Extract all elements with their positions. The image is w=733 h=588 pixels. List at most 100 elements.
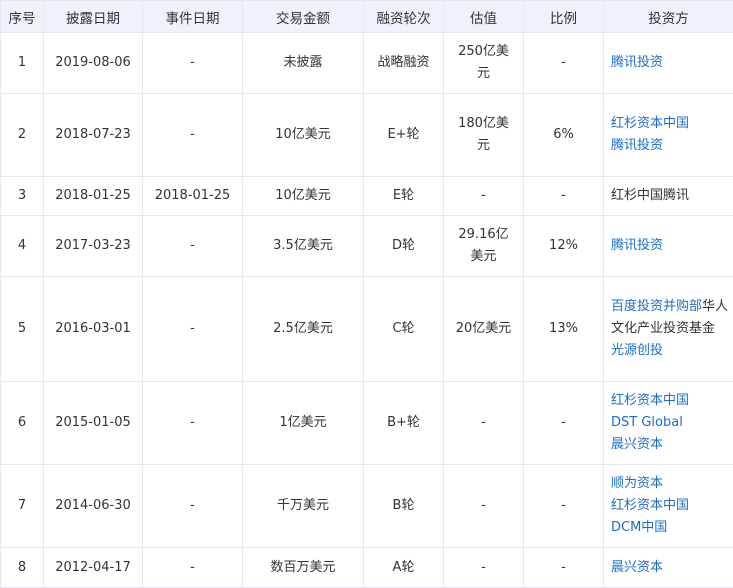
cell-round: A轮 bbox=[364, 548, 444, 588]
cell-ratio: - bbox=[524, 548, 604, 588]
investor-entry: 晨兴资本 bbox=[611, 557, 729, 579]
cell-ratio: - bbox=[524, 382, 604, 465]
investor-entry: DST Global bbox=[611, 412, 729, 434]
cell-event-date: - bbox=[143, 277, 243, 382]
table-header-row: 序号 披露日期 事件日期 交易金额 融资轮次 估值 比例 投资方 bbox=[1, 1, 733, 33]
cell-no: 7 bbox=[1, 465, 44, 548]
header-investors: 投资方 bbox=[604, 1, 733, 33]
cell-investors: 晨兴资本 bbox=[604, 548, 733, 588]
investor-link[interactable]: DCM中国 bbox=[611, 520, 667, 535]
cell-round: C轮 bbox=[364, 277, 444, 382]
cell-disclosure-date: 2017-03-23 bbox=[44, 216, 143, 277]
cell-valuation: 29.16亿美元 bbox=[444, 216, 524, 277]
table-row: 12019-08-06-未披露战略融资250亿美元-腾讯投资 bbox=[1, 33, 733, 94]
table-row: 82012-04-17-数百万美元A轮--晨兴资本 bbox=[1, 548, 733, 588]
investor-entry: 红杉资本中国 bbox=[611, 495, 729, 517]
cell-disclosure-date: 2018-07-23 bbox=[44, 94, 143, 177]
investor-entry: 红杉资本中国 bbox=[611, 390, 729, 412]
cell-ratio: - bbox=[524, 465, 604, 548]
cell-amount: 3.5亿美元 bbox=[243, 216, 364, 277]
investor-entry: 红杉资本中国 bbox=[611, 113, 729, 135]
investor-entry: 腾讯投资 bbox=[611, 52, 729, 74]
cell-disclosure-date: 2019-08-06 bbox=[44, 33, 143, 94]
cell-amount: 1亿美元 bbox=[243, 382, 364, 465]
investor-entry: 顺为资本 bbox=[611, 473, 729, 495]
cell-round: E轮 bbox=[364, 177, 444, 216]
header-event-date: 事件日期 bbox=[143, 1, 243, 33]
investor-text: 红杉中国腾讯 bbox=[611, 188, 689, 203]
cell-amount: 10亿美元 bbox=[243, 177, 364, 216]
cell-investors: 腾讯投资 bbox=[604, 216, 733, 277]
table-row: 72014-06-30-千万美元B轮--顺为资本红杉资本中国DCM中国 bbox=[1, 465, 733, 548]
cell-ratio: - bbox=[524, 177, 604, 216]
table-row: 22018-07-23-10亿美元E+轮180亿美元6%红杉资本中国腾讯投资 bbox=[1, 94, 733, 177]
investor-link[interactable]: DST Global bbox=[611, 415, 683, 430]
investor-link[interactable]: 腾讯投资 bbox=[611, 238, 663, 253]
cell-round: B+轮 bbox=[364, 382, 444, 465]
cell-amount: 10亿美元 bbox=[243, 94, 364, 177]
cell-amount: 千万美元 bbox=[243, 465, 364, 548]
cell-investors: 百度投资并购部华人文化产业投资基金光源创投 bbox=[604, 277, 733, 382]
cell-amount: 数百万美元 bbox=[243, 548, 364, 588]
cell-round: 战略融资 bbox=[364, 33, 444, 94]
cell-event-date: - bbox=[143, 33, 243, 94]
investor-link[interactable]: 顺为资本 bbox=[611, 476, 663, 491]
cell-investors: 红杉中国腾讯 bbox=[604, 177, 733, 216]
investor-entry: DCM中国 bbox=[611, 517, 729, 539]
cell-investors: 腾讯投资 bbox=[604, 33, 733, 94]
header-no: 序号 bbox=[1, 1, 44, 33]
cell-valuation: 180亿美元 bbox=[444, 94, 524, 177]
cell-disclosure-date: 2014-06-30 bbox=[44, 465, 143, 548]
cell-valuation: 250亿美元 bbox=[444, 33, 524, 94]
header-amount: 交易金额 bbox=[243, 1, 364, 33]
table-row: 52016-03-01-2.5亿美元C轮20亿美元13%百度投资并购部华人文化产… bbox=[1, 277, 733, 382]
cell-event-date: - bbox=[143, 465, 243, 548]
investor-link[interactable]: 腾讯投资 bbox=[611, 55, 663, 70]
cell-investors: 红杉资本中国 DST Global 晨兴资本 bbox=[604, 382, 733, 465]
investor-link[interactable]: 晨兴资本 bbox=[611, 560, 663, 575]
cell-amount: 未披露 bbox=[243, 33, 364, 94]
cell-event-date: - bbox=[143, 548, 243, 588]
investor-entry: 腾讯投资 bbox=[611, 235, 729, 257]
header-ratio: 比例 bbox=[524, 1, 604, 33]
table-row: 32018-01-252018-01-2510亿美元E轮--红杉中国腾讯 bbox=[1, 177, 733, 216]
cell-ratio: 6% bbox=[524, 94, 604, 177]
cell-disclosure-date: 2012-04-17 bbox=[44, 548, 143, 588]
investor-link[interactable]: 红杉资本中国 bbox=[611, 116, 689, 131]
cell-no: 1 bbox=[1, 33, 44, 94]
cell-investors: 顺为资本红杉资本中国 DCM中国 bbox=[604, 465, 733, 548]
cell-no: 8 bbox=[1, 548, 44, 588]
investor-link[interactable]: 光源创投 bbox=[611, 343, 663, 358]
cell-investors: 红杉资本中国腾讯投资 bbox=[604, 94, 733, 177]
cell-disclosure-date: 2018-01-25 bbox=[44, 177, 143, 216]
cell-ratio: 13% bbox=[524, 277, 604, 382]
investor-link[interactable]: 红杉资本中国 bbox=[611, 498, 689, 513]
cell-ratio: - bbox=[524, 33, 604, 94]
cell-round: D轮 bbox=[364, 216, 444, 277]
table-row: 62015-01-05-1亿美元B+轮--红杉资本中国DST Global晨兴资… bbox=[1, 382, 733, 465]
investor-link[interactable]: 晨兴资本 bbox=[611, 437, 663, 452]
cell-valuation: 20亿美元 bbox=[444, 277, 524, 382]
investor-entry: 光源创投 bbox=[611, 340, 729, 362]
cell-disclosure-date: 2015-01-05 bbox=[44, 382, 143, 465]
investor-link[interactable]: 红杉资本中国 bbox=[611, 393, 689, 408]
cell-valuation: - bbox=[444, 382, 524, 465]
investor-link[interactable]: 百度投资并购部 bbox=[611, 299, 702, 314]
header-disclosure-date: 披露日期 bbox=[44, 1, 143, 33]
investor-link[interactable]: 腾讯投资 bbox=[611, 138, 663, 153]
investor-entry: 红杉中国腾讯 bbox=[611, 185, 729, 207]
investor-entry: 腾讯投资 bbox=[611, 135, 729, 157]
cell-valuation: - bbox=[444, 548, 524, 588]
cell-valuation: - bbox=[444, 465, 524, 548]
table-row: 42017-03-23-3.5亿美元D轮29.16亿美元12%腾讯投资 bbox=[1, 216, 733, 277]
cell-valuation: - bbox=[444, 177, 524, 216]
cell-event-date: - bbox=[143, 94, 243, 177]
cell-round: E+轮 bbox=[364, 94, 444, 177]
cell-no: 2 bbox=[1, 94, 44, 177]
cell-no: 5 bbox=[1, 277, 44, 382]
investor-entry: 百度投资并购部华人文化产业投资基金 bbox=[611, 296, 729, 340]
cell-no: 6 bbox=[1, 382, 44, 465]
header-round: 融资轮次 bbox=[364, 1, 444, 33]
cell-amount: 2.5亿美元 bbox=[243, 277, 364, 382]
cell-event-date: 2018-01-25 bbox=[143, 177, 243, 216]
